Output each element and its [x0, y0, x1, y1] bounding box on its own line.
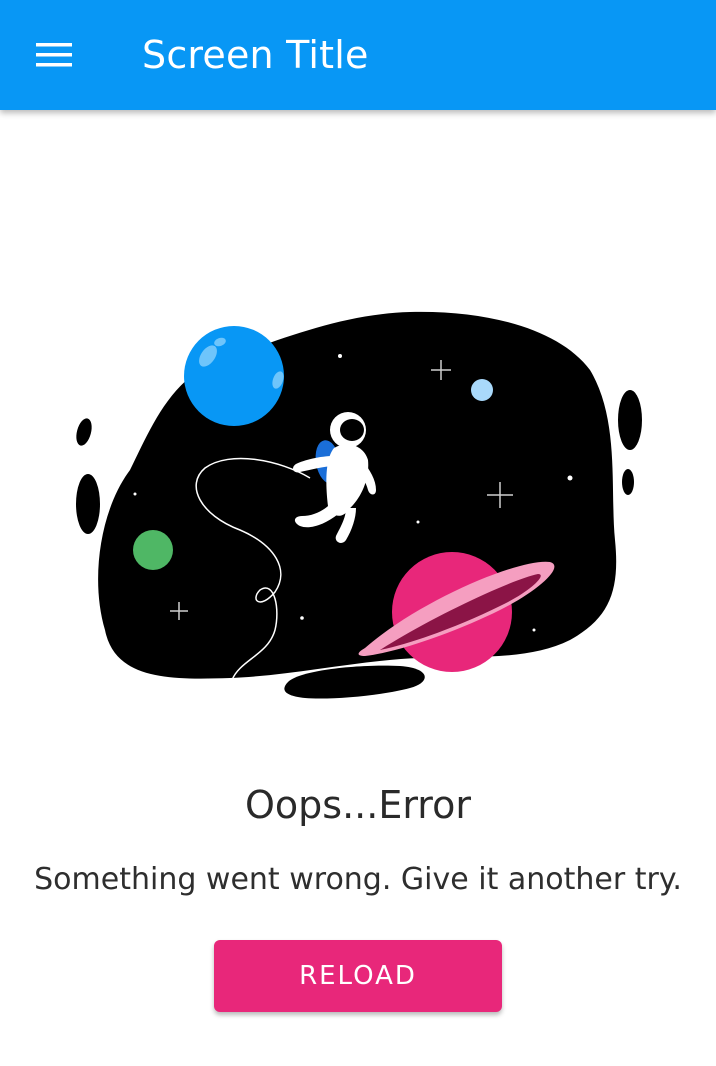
light-blue-moon [471, 379, 493, 401]
app-bar: Screen Title [0, 0, 716, 110]
error-content: Oops...Error Something went wrong. Give … [0, 110, 716, 1066]
right-blob-large [618, 390, 642, 450]
hamburger-menu-icon [24, 28, 84, 82]
reload-button[interactable]: RELOAD [214, 940, 502, 1012]
menu-button[interactable] [24, 28, 84, 82]
left-blob-large [76, 474, 100, 534]
error-message: Something went wrong. Give it another tr… [34, 862, 682, 897]
screen-title: Screen Title [142, 33, 369, 77]
astronaut-in-space-illustration [60, 300, 660, 820]
blue-planet [184, 326, 284, 426]
error-title: Oops...Error [245, 783, 471, 827]
right-blob-small [622, 469, 634, 495]
green-planet [133, 530, 173, 570]
left-blob-small [76, 418, 92, 446]
